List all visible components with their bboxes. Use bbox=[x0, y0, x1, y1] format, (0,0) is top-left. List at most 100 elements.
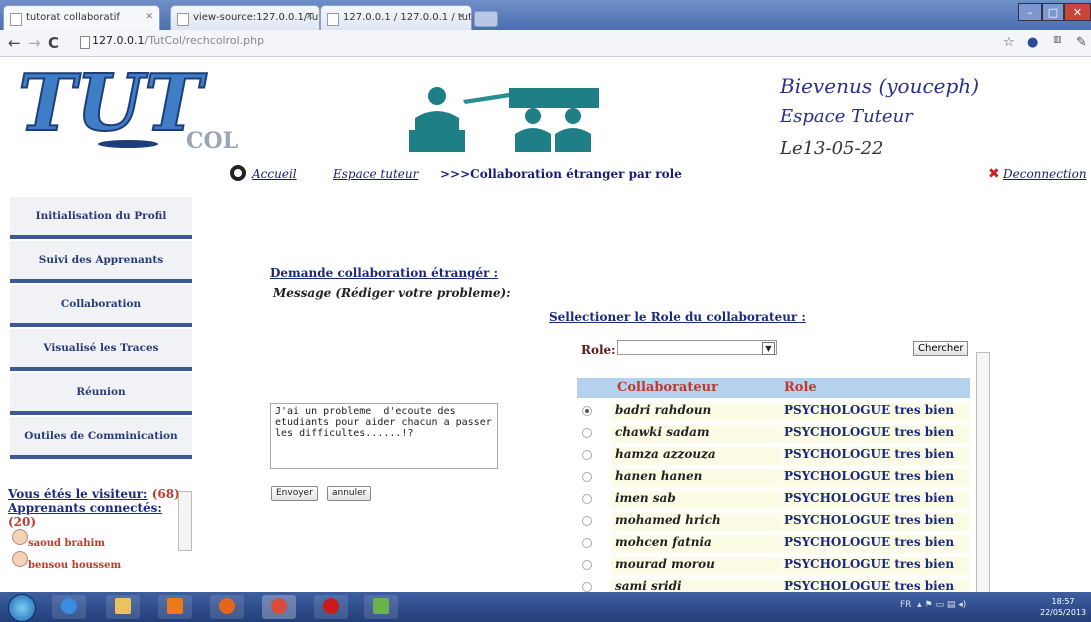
visitor-line: Vous étés le visiteur: (68) bbox=[8, 487, 192, 501]
sidebar-item-communication[interactable]: Outiles de Comminication bbox=[10, 417, 192, 459]
current-page-crumb: >>>Collaboration étranger par role bbox=[440, 167, 682, 181]
sidebar-item-profile[interactable]: Initialisation du Profil bbox=[10, 197, 192, 239]
space-link[interactable]: Espace tuteur bbox=[333, 167, 418, 181]
collaborator-name: mourad morou bbox=[611, 557, 781, 575]
collaborator-role: PSYCHOLOGUE tres bien bbox=[782, 447, 970, 465]
chevron-down-icon[interactable]: ▼ bbox=[762, 342, 775, 355]
media-taskbar-button[interactable] bbox=[158, 595, 192, 619]
sidebar-item-collaboration[interactable]: Collaboration bbox=[10, 285, 192, 327]
collaborator-name: badri rahdoun bbox=[611, 403, 781, 421]
logout-link[interactable]: Deconnection bbox=[1003, 167, 1087, 181]
browser-tab-1[interactable]: tutorat collaboratif ✕ bbox=[3, 5, 160, 30]
select-radio[interactable] bbox=[582, 472, 592, 482]
collaborator-role: PSYCHOLOGUE tres bien bbox=[782, 469, 970, 487]
new-tab-button[interactable] bbox=[474, 11, 498, 27]
firefox-taskbar-button[interactable] bbox=[210, 595, 244, 619]
browser-tab-3[interactable]: 127.0.0.1 / 127.0.0.1 / tutco ✕ bbox=[320, 5, 472, 30]
page-icon bbox=[327, 13, 339, 26]
page-icon bbox=[80, 36, 90, 49]
select-radio[interactable] bbox=[582, 538, 592, 548]
collaborator-role: PSYCHOLOGUE tres bien bbox=[782, 535, 970, 553]
address-path: /TutCol/rechcolrol.php bbox=[144, 34, 265, 47]
message-textarea[interactable] bbox=[270, 403, 498, 469]
home-link[interactable]: Accueil bbox=[252, 167, 297, 181]
minimize-button[interactable]: – bbox=[1018, 3, 1042, 21]
close-tab-icon[interactable]: ✕ bbox=[457, 12, 465, 22]
collaborator-name: hamza azzouza bbox=[611, 447, 781, 465]
sidebar-item-learners[interactable]: Suivi des Apprenants bbox=[10, 241, 192, 283]
address-host: 127.0.0.1 bbox=[92, 34, 145, 47]
forward-arrow-icon[interactable]: → bbox=[28, 34, 41, 52]
opera-taskbar-button[interactable] bbox=[314, 595, 348, 619]
select-radio[interactable] bbox=[582, 494, 592, 504]
browser-toolbar: ← → C 127.0.0.1/TutCol/rechcolrol.php ☆ … bbox=[0, 30, 1091, 57]
collaborator-table: Collaborateur Role badri rahdoun PSYCHOLO… bbox=[577, 378, 970, 598]
user-list-item[interactable]: bensou houssem bbox=[8, 551, 192, 573]
send-button[interactable]: Envoyer bbox=[271, 486, 318, 501]
extension-icon[interactable]: ● bbox=[1027, 35, 1038, 50]
user-list-item[interactable]: saoud brahim bbox=[8, 529, 192, 551]
select-radio[interactable] bbox=[582, 582, 592, 592]
application-icon bbox=[373, 598, 389, 614]
table-row[interactable]: mourad morou PSYCHOLOGUE tres bien bbox=[577, 554, 970, 576]
select-radio[interactable] bbox=[582, 516, 592, 526]
close-tab-icon[interactable]: ✕ bbox=[145, 12, 153, 22]
address-bar[interactable]: 127.0.0.1/TutCol/rechcolrol.php bbox=[92, 34, 264, 47]
collaborator-name: hanen hanen bbox=[611, 469, 781, 487]
maximize-button[interactable]: □ bbox=[1042, 3, 1064, 21]
table-row[interactable]: hamza azzouza PSYCHOLOGUE tres bien bbox=[577, 444, 970, 466]
sidebar-item-meeting[interactable]: Réunion bbox=[10, 373, 192, 415]
results-scrollbar[interactable] bbox=[976, 352, 990, 594]
system-tray[interactable]: FR ▴ ⚑ ▭ ▤ ◂) bbox=[900, 600, 966, 610]
page-icon bbox=[10, 13, 22, 26]
table-row[interactable]: imen sab PSYCHOLOGUE tres bien bbox=[577, 488, 970, 510]
logout-x-icon[interactable]: ✖ bbox=[988, 166, 1000, 182]
column-header-collaborator: Collaborateur bbox=[617, 380, 718, 395]
chrome-taskbar-button[interactable] bbox=[262, 595, 296, 619]
role-select[interactable]: ▼ bbox=[617, 340, 777, 355]
select-radio[interactable] bbox=[582, 406, 592, 416]
browser-tab-2[interactable]: view-source:127.0.0.1/Tut ✕ bbox=[170, 5, 320, 30]
explorer-taskbar-button[interactable] bbox=[106, 595, 140, 619]
search-button[interactable]: Chercher bbox=[913, 341, 969, 356]
clock[interactable]: 18:57 22/05/2013 bbox=[1040, 596, 1086, 618]
visitor-label: Vous étés le visiteur: bbox=[8, 487, 148, 501]
table-row[interactable]: chawki sadam PSYCHOLOGUE tres bien bbox=[577, 422, 970, 444]
reload-icon[interactable]: C bbox=[48, 34, 59, 52]
media-player-icon bbox=[167, 598, 183, 614]
ie-taskbar-button[interactable] bbox=[52, 595, 86, 619]
tab-label: 127.0.0.1 / 127.0.0.1 / tutco bbox=[343, 12, 472, 23]
collaborator-name: mohcen fatnia bbox=[611, 535, 781, 553]
collaborator-name: chawki sadam bbox=[611, 425, 781, 443]
user-name: bensou houssem bbox=[28, 560, 122, 571]
sidebar-item-traces[interactable]: Visualisé les Traces bbox=[10, 329, 192, 371]
app-taskbar-button[interactable] bbox=[364, 595, 398, 619]
visitor-scrollbar[interactable] bbox=[178, 491, 192, 551]
cancel-button[interactable]: annuler bbox=[327, 486, 372, 501]
menu-icon[interactable]: ▥ bbox=[1053, 35, 1062, 45]
collaborator-name: mohamed hrich bbox=[611, 513, 781, 531]
language-indicator: FR bbox=[900, 600, 912, 610]
table-row[interactable]: mohamed hrich PSYCHOLOGUE tres bien bbox=[577, 510, 970, 532]
select-radio[interactable] bbox=[582, 428, 592, 438]
table-row[interactable]: hanen hanen PSYCHOLOGUE tres bien bbox=[577, 466, 970, 488]
space-title: Espace Tuteur bbox=[780, 106, 913, 127]
wrench-icon[interactable]: ✎ bbox=[1076, 35, 1087, 50]
home-icon[interactable] bbox=[230, 165, 246, 181]
star-icon[interactable]: ☆ bbox=[1003, 35, 1015, 50]
close-tab-icon[interactable]: ✕ bbox=[305, 12, 313, 22]
back-arrow-icon[interactable]: ← bbox=[8, 34, 21, 52]
collaborator-role: PSYCHOLOGUE tres bien bbox=[782, 557, 970, 575]
table-row[interactable]: mohcen fatnia PSYCHOLOGUE tres bien bbox=[577, 532, 970, 554]
start-button[interactable] bbox=[8, 594, 36, 622]
page-icon bbox=[177, 13, 189, 26]
close-window-button[interactable]: ✕ bbox=[1064, 3, 1091, 21]
table-row[interactable]: badri rahdoun PSYCHOLOGUE tres bien bbox=[577, 400, 970, 422]
teachers-illustration bbox=[405, 82, 605, 154]
folder-icon bbox=[115, 598, 131, 614]
date-text: Le13-05-22 bbox=[780, 138, 884, 159]
browser-tab-bar: tutorat collaboratif ✕ view-source:127.0… bbox=[0, 0, 1091, 30]
select-radio[interactable] bbox=[582, 560, 592, 570]
visitor-count: (68) bbox=[151, 487, 180, 501]
select-radio[interactable] bbox=[582, 450, 592, 460]
